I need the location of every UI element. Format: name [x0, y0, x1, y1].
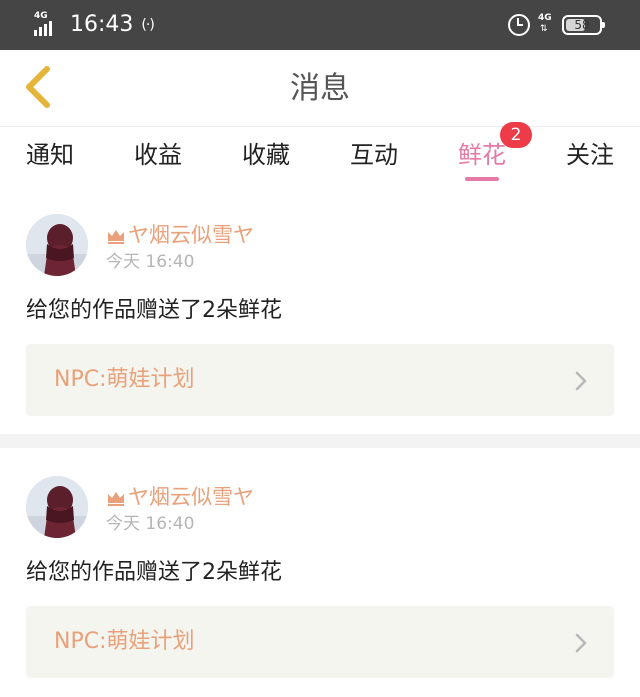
- page-title: 消息: [290, 71, 350, 106]
- message-time: 今天 16:40: [106, 252, 195, 272]
- signal-bars: [34, 21, 52, 36]
- nav-bar: 消息: [0, 50, 640, 127]
- message-item: ヤ烟云似雪ヤ 今天 16:40 给您的作品赠送了2朵鲜花 NPC:萌娃计划: [0, 448, 640, 697]
- battery-percent: 58: [574, 18, 590, 32]
- tab-label: 收益: [134, 141, 182, 169]
- work-title: NPC:萌娃计划: [54, 629, 195, 654]
- tab-favorites[interactable]: 收藏: [242, 127, 290, 193]
- tab-earnings[interactable]: 收益: [134, 127, 182, 193]
- avatar-image: [26, 476, 88, 538]
- avatar[interactable]: [26, 214, 88, 276]
- signal-type-label: 4G: [34, 11, 48, 21]
- sender-name[interactable]: ヤ烟云似雪ヤ: [128, 484, 254, 510]
- work-link-card[interactable]: NPC:萌娃计划: [26, 344, 614, 416]
- message-item: ヤ烟云似雪ヤ 今天 16:40 给您的作品赠送了2朵鲜花 NPC:萌娃计划: [0, 194, 640, 434]
- crown-icon: [108, 230, 124, 244]
- tab-notification[interactable]: 通知: [26, 127, 74, 193]
- unread-badge: 2: [500, 122, 532, 148]
- work-title: NPC:萌娃计划: [54, 367, 195, 392]
- message-time: 今天 16:40: [106, 514, 195, 534]
- tab-following[interactable]: 关注: [566, 127, 614, 193]
- message-text: 给您的作品赠送了2朵鲜花: [26, 298, 282, 323]
- avatar-image: [26, 214, 88, 276]
- network-type-label: 4G: [538, 13, 552, 23]
- sender-name[interactable]: ヤ烟云似雪ヤ: [128, 222, 254, 248]
- battery-icon: 58: [562, 15, 605, 35]
- work-link-card[interactable]: NPC:萌娃计划: [26, 606, 614, 678]
- crown-icon: [108, 492, 124, 506]
- status-bar-right: 4G ⇅ 58: [508, 11, 605, 39]
- status-bar-left: 4G 16:43 (·): [34, 9, 155, 41]
- nfc-icon: (·): [141, 17, 154, 33]
- chevron-right-icon: [575, 633, 587, 653]
- status-time: 16:43: [70, 12, 134, 37]
- tab-interaction[interactable]: 互动: [350, 127, 398, 193]
- status-bar: 4G 16:43 (·) 4G ⇅ 58: [0, 0, 640, 50]
- chevron-right-icon: [575, 371, 587, 391]
- tab-bar: 通知 收益 收藏 互动 鲜花 2 关注: [0, 122, 640, 193]
- tab-label: 关注: [566, 141, 614, 169]
- tab-label: 互动: [350, 141, 398, 169]
- message-text: 给您的作品赠送了2朵鲜花: [26, 560, 282, 585]
- alarm-icon: [508, 14, 530, 36]
- tab-label: 收藏: [242, 141, 290, 169]
- active-tab-indicator: [465, 177, 499, 181]
- section-divider: [0, 434, 640, 448]
- tab-label: 鲜花: [458, 141, 506, 169]
- tab-label: 通知: [26, 141, 74, 169]
- tab-flowers[interactable]: 鲜花 2: [458, 122, 532, 193]
- network-icon: 4G ⇅: [538, 13, 554, 37]
- avatar[interactable]: [26, 476, 88, 538]
- network-arrows-icon: ⇅: [540, 24, 548, 34]
- signal-icon: 4G: [34, 12, 62, 38]
